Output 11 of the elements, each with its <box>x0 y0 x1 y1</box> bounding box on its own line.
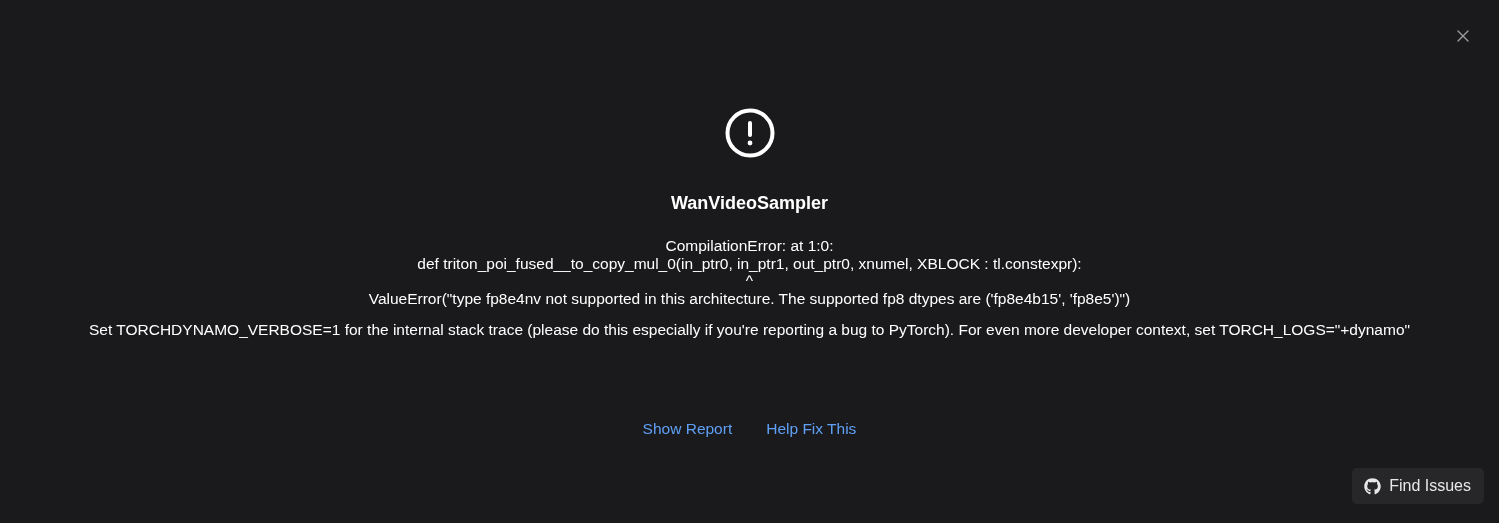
error-message-line: def triton_poi_fused__to_copy_mul_0(in_ptr0, in_ptr1, out_ptr0, xnumel, XBLOCK : tl.constexpr): <box>417 254 1082 272</box>
link[interactable]: Help Fix This <box>766 420 857 438</box>
error-message-line: ValueError("type fp8e4nv not supported in this architecture. The supported fp8 dtypes are ('fp8e4b15', 'fp8e5')") <box>368 289 1131 307</box>
alert-icon <box>724 108 775 158</box>
hint-text: Set TORCHDYNAMO_VERBOSE=1 for the internal stack trace (please do this especially if you're reporting a bug to PyTorch). For even more developer context, set TORCH_LOGS="+dynamo" <box>89 321 1410 339</box>
error-message-line: CompilationError: at 1:0: <box>665 237 834 255</box>
find-issues-button[interactable]: Find Issues <box>1352 468 1484 504</box>
github-icon <box>1364 477 1382 495</box>
error-message-line: ^ <box>745 272 754 290</box>
dialog-title: WanVideoSampler <box>670 192 828 214</box>
link[interactable]: Show Report <box>642 420 733 438</box>
